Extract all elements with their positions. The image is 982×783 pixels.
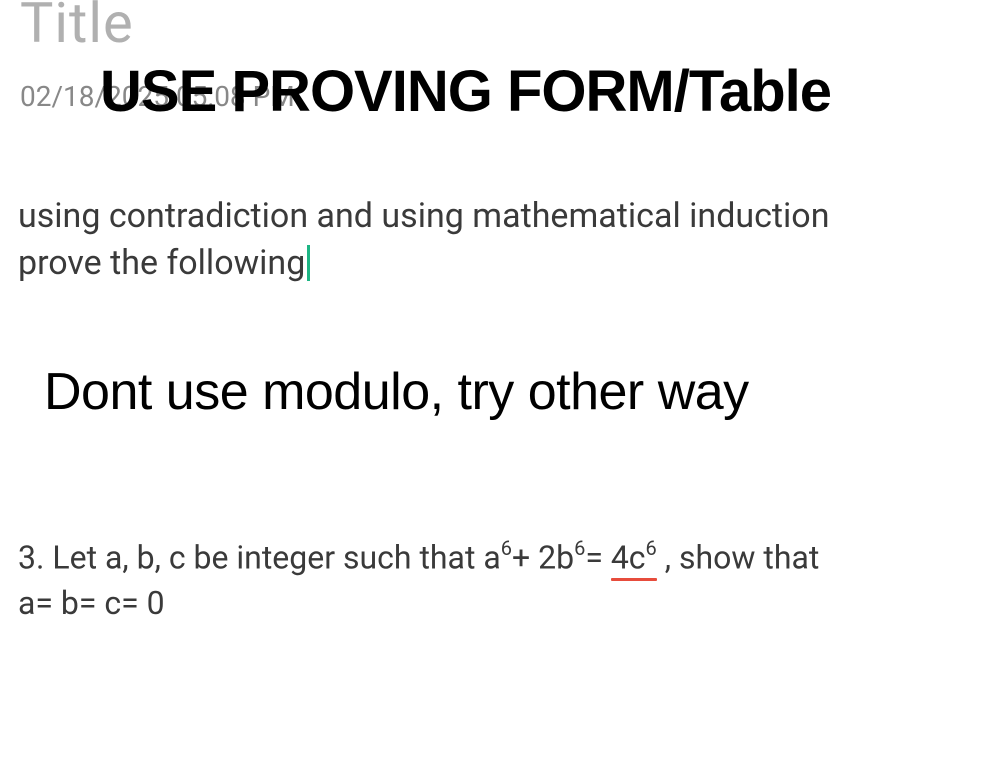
- instruction-part1: prove the follo: [18, 243, 234, 283]
- problem-suffix: , show that: [657, 539, 820, 577]
- problem-line-1: 3. Let a, b, c be integer such that a6+ …: [18, 538, 819, 577]
- superscript-2: 6: [574, 536, 585, 560]
- problem-line-2: a= b= c= 0: [18, 584, 165, 622]
- problem-equals: =: [585, 539, 611, 577]
- text-cursor: [307, 245, 310, 281]
- instruction-masked: w: [234, 243, 260, 283]
- problem-plus: + 2b: [512, 539, 574, 577]
- instruction-line-1: using contradiction and using mathematic…: [18, 196, 829, 236]
- instruction-line-2[interactable]: prove the following: [18, 243, 310, 283]
- title-placeholder: Title: [20, 0, 134, 56]
- instruction-part2: ing: [259, 243, 305, 283]
- superscript-3: 6: [646, 536, 657, 560]
- underlined-term: 4c6: [611, 538, 657, 577]
- underlined-text: 4c: [611, 539, 646, 577]
- problem-prefix: 3. Let a, b, c be integer such that a: [18, 539, 501, 577]
- overlay-header: USE PROVING FORM/Table: [100, 58, 831, 125]
- superscript-1: 6: [501, 536, 512, 560]
- overlay-note: Dont use modulo, try other way: [44, 362, 749, 422]
